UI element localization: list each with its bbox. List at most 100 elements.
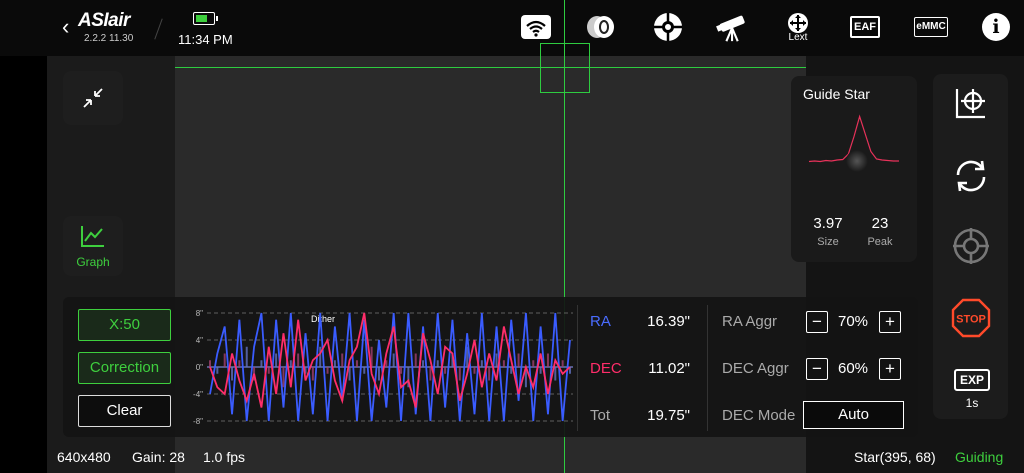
dec-value: 11.02" (648, 360, 690, 377)
ra-aggr-plus-button[interactable]: + (879, 311, 901, 333)
correction-bar (326, 367, 329, 374)
correction-bar (297, 353, 300, 367)
dec-aggr-plus-button[interactable]: + (879, 358, 901, 380)
guide-star-box[interactable] (540, 43, 590, 93)
dec-label: DEC (590, 360, 622, 377)
correction-bar (216, 367, 219, 374)
correction-bar (238, 360, 241, 367)
correction-bar (267, 367, 270, 374)
guide-star-image (846, 150, 868, 172)
guiding-status: Guiding (955, 449, 1004, 465)
correction-bar (561, 360, 564, 367)
target-icon[interactable] (948, 226, 994, 266)
info-label: i (982, 13, 1010, 41)
correction-bar (444, 367, 447, 374)
correction-bar (231, 367, 234, 381)
emmc-label: eMMC (914, 17, 948, 37)
correction-bar (333, 360, 336, 367)
ra-aggr-value: 70% (837, 313, 869, 330)
correction-bar (223, 353, 226, 367)
eaf-label: EAF (850, 16, 880, 38)
back-icon[interactable]: ‹ (62, 14, 69, 40)
y-tick-label: -8" (193, 417, 203, 426)
divider (707, 305, 708, 431)
correction-bar (209, 360, 211, 367)
dec-aggr-label: DEC Aggr (722, 360, 789, 377)
correction-bar (289, 360, 292, 367)
ra-label: RA (590, 313, 611, 330)
collapse-icon (83, 88, 103, 108)
stop-label: STOP (956, 314, 986, 326)
exposure-button[interactable]: EXP (954, 369, 990, 391)
dec-aggr-value: 60% (837, 360, 869, 377)
correction-bar (392, 353, 395, 367)
star-size-value: 3.97 (813, 215, 843, 232)
mount-icon[interactable] (651, 12, 685, 42)
eaf-icon[interactable]: EAF (848, 12, 882, 42)
graph-icon (81, 226, 104, 247)
tot-label: Tot (590, 407, 611, 424)
tot-value: 19.75" (647, 407, 690, 424)
correction-bar (539, 367, 542, 374)
correction-bar (363, 367, 366, 374)
dec-mode-select[interactable]: Auto (803, 401, 904, 429)
correction-bar (458, 367, 461, 381)
correction-bar (341, 353, 344, 367)
guide-error-chart: 8" 4" 0" -4" -8" Dither (193, 309, 573, 426)
star-position-text: Star(395, 68) (854, 449, 936, 465)
focuser-icon[interactable] (584, 12, 618, 42)
dec-aggr-minus-button[interactable]: − (806, 358, 828, 380)
correction-bar (414, 353, 417, 367)
ra-aggr-label: RA Aggr (722, 313, 778, 330)
y-tick-label: 8" (196, 309, 203, 318)
lext-label: Lext (788, 32, 808, 43)
exposure-value: 1s (965, 396, 979, 410)
gain-text: Gain: 28 (132, 449, 185, 465)
correction-bar (429, 367, 432, 381)
correction-bar (517, 353, 520, 367)
ra-value: 16.39" (647, 313, 690, 330)
telescope-icon[interactable] (716, 12, 750, 42)
resolution-text: 640x480 (57, 449, 111, 465)
correction-bar (260, 360, 263, 367)
correction-bar (282, 367, 285, 388)
correction-bar (473, 367, 476, 374)
star-size-label: Size (817, 236, 839, 248)
clear-button[interactable]: Clear (78, 395, 171, 427)
correction-bar (355, 360, 358, 367)
correction-bar (400, 367, 403, 374)
ra-aggr-minus-button[interactable]: − (806, 311, 828, 333)
correction-bar (488, 367, 491, 381)
guide-star-title: Guide Star (803, 86, 870, 102)
fps-text: 1.0 fps (203, 449, 246, 465)
correction-bar (245, 346, 248, 367)
correction-bar (502, 360, 505, 367)
dither-label: Dither (311, 314, 335, 324)
lext-icon[interactable]: Lext (781, 10, 815, 44)
emmc-icon[interactable]: eMMC (913, 12, 949, 42)
loop-icon[interactable] (948, 156, 994, 196)
x-scale-button[interactable]: X:50 (78, 309, 171, 341)
collapse-button[interactable] (63, 71, 123, 125)
correction-bar (377, 367, 380, 381)
correction-bar (532, 360, 535, 367)
correction-bar (546, 353, 549, 367)
wifi-icon[interactable] (519, 12, 553, 42)
stop-icon[interactable]: STOP (948, 298, 994, 338)
battery-icon (193, 12, 218, 25)
info-icon[interactable]: i (979, 12, 1013, 42)
dec-mode-label: DEC Mode (722, 407, 796, 424)
calibrate-icon[interactable] (948, 83, 994, 123)
correction-bar (311, 367, 314, 381)
star-peak-value: 23 (871, 215, 889, 232)
correction-bar (319, 346, 322, 367)
app-logo: ASIair (78, 10, 130, 31)
clock: 11:34 PM (178, 32, 233, 47)
correction-bar (495, 353, 498, 367)
y-tick-label: -4" (193, 390, 203, 399)
correction-bar (422, 360, 425, 367)
correction-button[interactable]: Correction (78, 352, 171, 384)
graph-label: Graph (76, 255, 110, 269)
correction-bar (510, 367, 513, 374)
correction-bar (275, 353, 278, 367)
